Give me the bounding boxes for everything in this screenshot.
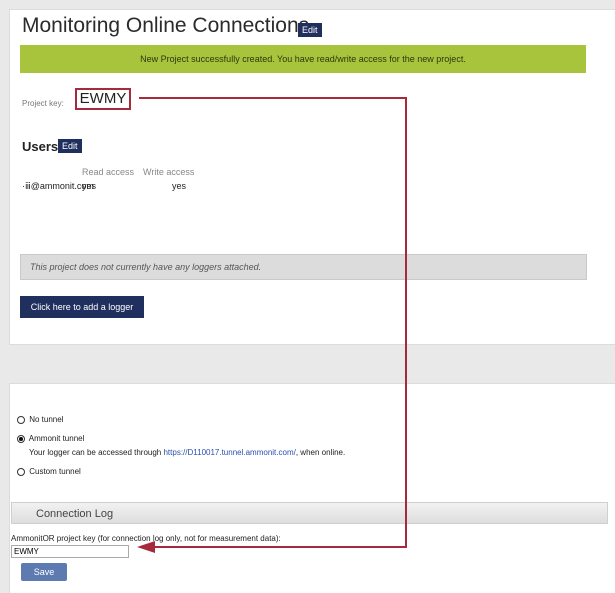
tunnel-description-suffix: , when online. — [295, 448, 346, 457]
write-access-column-header: Write access — [143, 167, 195, 177]
radio-custom-tunnel-label: Custom tunnel — [29, 467, 81, 476]
tunnel-link[interactable]: https://D110017.tunnel.ammonit.com/ — [163, 448, 295, 457]
edit-project-button[interactable]: Edit — [298, 23, 322, 37]
add-logger-button[interactable]: Click here to add a logger — [20, 296, 144, 318]
tunnel-description-prefix: Your logger can be accessed through — [29, 448, 164, 457]
radio-no-tunnel[interactable]: No tunnel — [17, 415, 63, 424]
no-loggers-notice: This project does not currently have any… — [20, 254, 587, 280]
read-access-column-header: Read access — [82, 167, 135, 177]
page-title: Monitoring Online Connections — [22, 14, 310, 37]
users-heading: Users — [22, 139, 59, 154]
ammonitor-key-label: AmmonitOR project key (for connection lo… — [11, 534, 281, 543]
radio-ammonit-tunnel-label: Ammonit tunnel — [28, 434, 85, 443]
save-button[interactable]: Save — [21, 563, 67, 581]
tunnel-description: Your logger can be accessed through http… — [29, 448, 345, 457]
tunnel-panel — [9, 383, 615, 593]
connection-log-header[interactable]: Connection Log — [11, 502, 608, 524]
radio-no-tunnel-label: No tunnel — [29, 415, 64, 424]
success-banner: New Project successfully created. You ha… — [20, 45, 586, 73]
radio-custom-tunnel[interactable]: Custom tunnel — [17, 467, 81, 476]
user-write-access: yes — [172, 181, 187, 191]
user-read-access: yes — [82, 181, 97, 191]
radio-button-icon[interactable] — [17, 467, 25, 476]
project-key-value: EWMY — [75, 88, 131, 110]
radio-button-checked-icon[interactable] — [17, 434, 25, 443]
edit-users-button[interactable]: Edit — [58, 139, 82, 153]
ammonitor-key-input[interactable] — [11, 545, 129, 558]
radio-button-icon[interactable] — [17, 415, 25, 424]
radio-ammonit-tunnel[interactable]: Ammonit tunnel — [17, 434, 84, 443]
project-key-label: Project key: — [22, 99, 64, 108]
